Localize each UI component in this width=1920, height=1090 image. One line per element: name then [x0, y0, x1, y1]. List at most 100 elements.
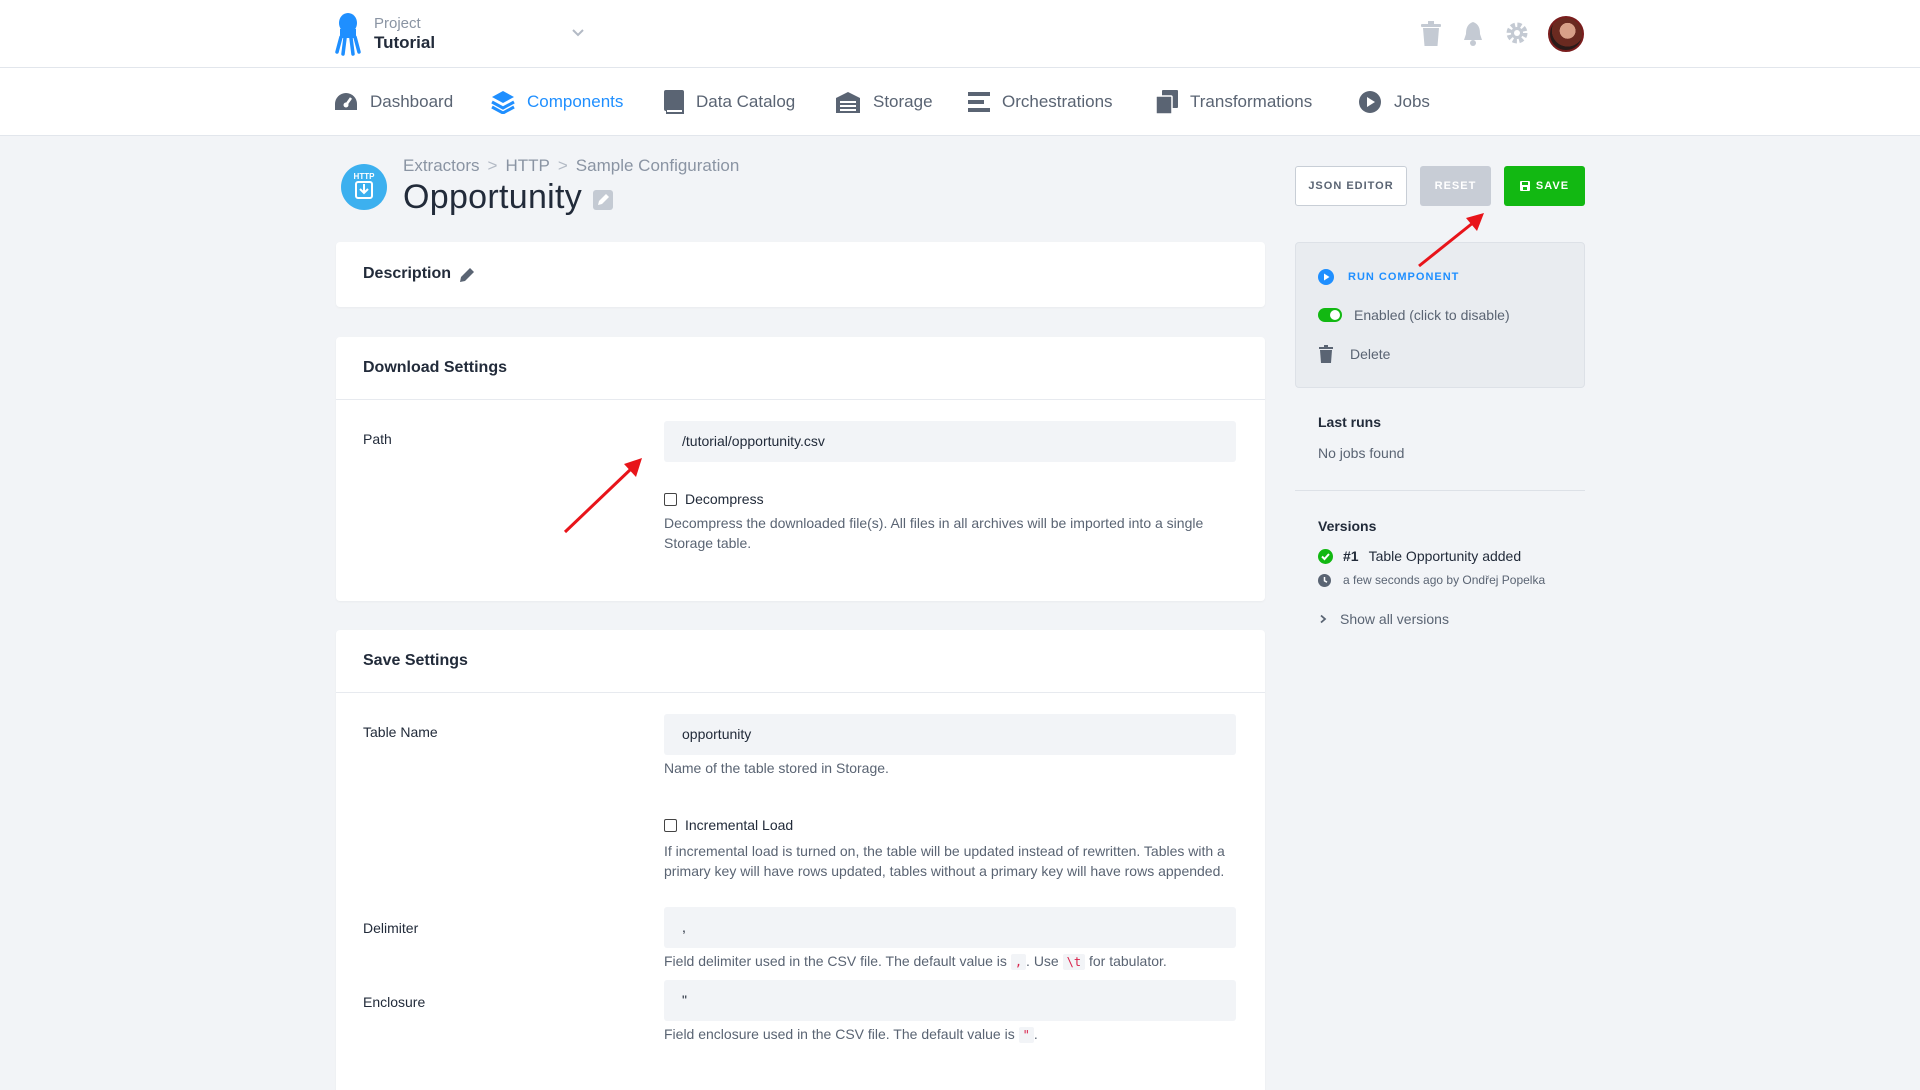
last-runs-empty: No jobs found: [1318, 445, 1405, 461]
project-name[interactable]: Tutorial: [374, 33, 435, 53]
description-title: Description: [363, 265, 452, 282]
nav-label-jobs: Jobs: [1394, 92, 1430, 111]
breadcrumb-configuration: Sample Configuration: [575, 156, 740, 175]
save-button-label: SAVE: [1535, 180, 1570, 192]
download-icon: HTTP: [354, 172, 376, 199]
last-runs-title: Last runs: [1318, 414, 1382, 430]
nav-item-jobs[interactable]: Jobs: [1358, 90, 1430, 114]
delimiter-label: Delimiter: [363, 920, 419, 936]
breadcrumb-http[interactable]: HTTP: [505, 156, 549, 176]
description-card: Description: [336, 242, 1265, 307]
show-all-versions-link[interactable]: Show all versions: [1318, 611, 1449, 627]
enclosure-default-code: ": [1018, 1027, 1034, 1043]
breadcrumb: Extractors > HTTP > Sample Configuration: [403, 156, 739, 176]
run-component-label: RUN COMPONENT: [1348, 271, 1460, 283]
enabled-toggle[interactable]: [1318, 308, 1342, 322]
delete-label: Delete: [1350, 346, 1391, 362]
nav-item-orchestrations[interactable]: Orchestrations: [968, 90, 1113, 114]
nav-label-orchestrations: Orchestrations: [1002, 92, 1113, 111]
keboola-logo-icon[interactable]: [334, 12, 362, 56]
delimiter-help: Field delimiter used in the CSV file. Th…: [664, 951, 1244, 972]
component-icon-text: HTTP: [354, 172, 376, 181]
nav-label-data-catalog: Data Catalog: [696, 92, 796, 111]
enclosure-help: Field enclosure used in the CSV file. Th…: [664, 1024, 1244, 1045]
bars-icon: [968, 92, 990, 112]
save-settings-card: Save Settings Table Name opportunity Nam…: [336, 630, 1265, 1090]
delete-button[interactable]: Delete: [1318, 345, 1390, 363]
nav-item-storage[interactable]: Storage: [835, 90, 933, 114]
bell-icon[interactable]: [1462, 21, 1484, 47]
chevron-right-icon: [1320, 614, 1327, 624]
delimiter-help-text: Field delimiter used in the CSV file. Th…: [664, 953, 1007, 969]
version-description: Table Opportunity added: [1368, 548, 1522, 564]
run-component-button[interactable]: RUN COMPONENT: [1318, 269, 1459, 285]
enabled-label: Enabled (click to disable): [1354, 307, 1510, 323]
path-input[interactable]: /tutorial/opportunity.csv: [664, 421, 1236, 462]
table-name-input[interactable]: opportunity: [664, 714, 1236, 755]
pencil-icon[interactable]: [459, 267, 475, 283]
table-name-help: Name of the table stored in Storage.: [664, 760, 889, 776]
incremental-load-checkbox[interactable]: [664, 818, 677, 832]
breadcrumb-extractors[interactable]: Extractors: [403, 156, 480, 176]
version-number: #1: [1343, 548, 1359, 564]
book-icon: [664, 90, 684, 114]
avatar[interactable]: [1548, 16, 1584, 52]
version-meta-row: a few seconds ago by Ondřej Popelka: [1318, 573, 1545, 587]
delimiter-help-text: for tabulator.: [1088, 953, 1167, 969]
delimiter-default-code: ,: [1010, 954, 1027, 970]
decompress-help: Decompress the downloaded file(s). All f…: [664, 515, 1204, 551]
versions-title: Versions: [1318, 518, 1377, 534]
breadcrumb-separator: >: [557, 156, 568, 175]
nav-item-transformations[interactable]: Transformations: [1156, 90, 1312, 114]
card-divider: [336, 399, 1265, 400]
version-item[interactable]: #1 Table Opportunity added: [1318, 548, 1521, 564]
delimiter-help-text: . Use: [1026, 953, 1059, 969]
component-actions-panel: RUN COMPONENT Enabled (click to disable)…: [1295, 242, 1585, 388]
play-icon: [1359, 91, 1381, 113]
gear-icon[interactable]: [1505, 21, 1529, 45]
check-circle-icon: [1318, 548, 1333, 564]
enclosure-input[interactable]: ": [664, 980, 1236, 1021]
play-circle-icon: [1318, 269, 1334, 285]
json-editor-button[interactable]: JSON EDITOR: [1295, 166, 1407, 206]
nav-label-storage: Storage: [873, 92, 933, 111]
trash-icon: [1319, 345, 1333, 363]
nav-item-data-catalog[interactable]: Data Catalog: [664, 90, 795, 114]
enclosure-help-text: .: [1033, 1026, 1038, 1042]
version-meta: a few seconds ago by Ondřej Popelka: [1343, 573, 1546, 587]
show-all-versions-label: Show all versions: [1340, 611, 1449, 627]
dashboard-icon: [335, 93, 357, 110]
chevron-down-icon[interactable]: [570, 24, 586, 40]
nav-label-dashboard: Dashboard: [370, 92, 454, 111]
incremental-load-checkbox-row[interactable]: Incremental Load: [664, 817, 793, 833]
delimiter-input[interactable]: ,: [664, 907, 1236, 948]
floppy-icon: [1519, 181, 1530, 191]
nav-label-components: Components: [527, 92, 624, 111]
page-title: Opportunity: [403, 178, 583, 216]
table-name-label: Table Name: [363, 724, 438, 740]
decompress-checkbox-row[interactable]: Decompress: [664, 491, 764, 507]
path-label: Path: [363, 431, 392, 447]
incremental-load-label: Incremental Load: [685, 817, 794, 833]
enabled-toggle-row[interactable]: Enabled (click to disable): [1318, 307, 1510, 323]
nav-item-components[interactable]: Components: [491, 90, 623, 114]
reset-button[interactable]: RESET: [1420, 166, 1491, 206]
breadcrumb-separator: >: [487, 156, 498, 175]
trash-icon[interactable]: [1420, 21, 1442, 47]
card-divider: [336, 692, 1265, 693]
pencil-icon[interactable]: [593, 190, 613, 210]
decompress-label: Decompress: [685, 491, 764, 507]
top-bar: Project Tutorial: [0, 0, 1920, 68]
clock-icon: [1318, 573, 1331, 587]
download-settings-card: Download Settings Path /tutorial/opportu…: [336, 337, 1265, 601]
tab-code: \t: [1062, 954, 1086, 970]
incremental-load-help: If incremental load is turned on, the ta…: [664, 843, 1225, 879]
main-navigation: Dashboard Components Data Catalog Storag…: [0, 68, 1920, 136]
nav-label-transformations: Transformations: [1190, 92, 1313, 111]
copy-icon: [1156, 90, 1178, 114]
layers-icon: [491, 91, 515, 114]
save-button[interactable]: SAVE: [1504, 166, 1585, 206]
save-settings-title: Save Settings: [363, 652, 468, 669]
nav-item-dashboard[interactable]: Dashboard: [334, 90, 453, 114]
decompress-checkbox[interactable]: [664, 492, 677, 506]
